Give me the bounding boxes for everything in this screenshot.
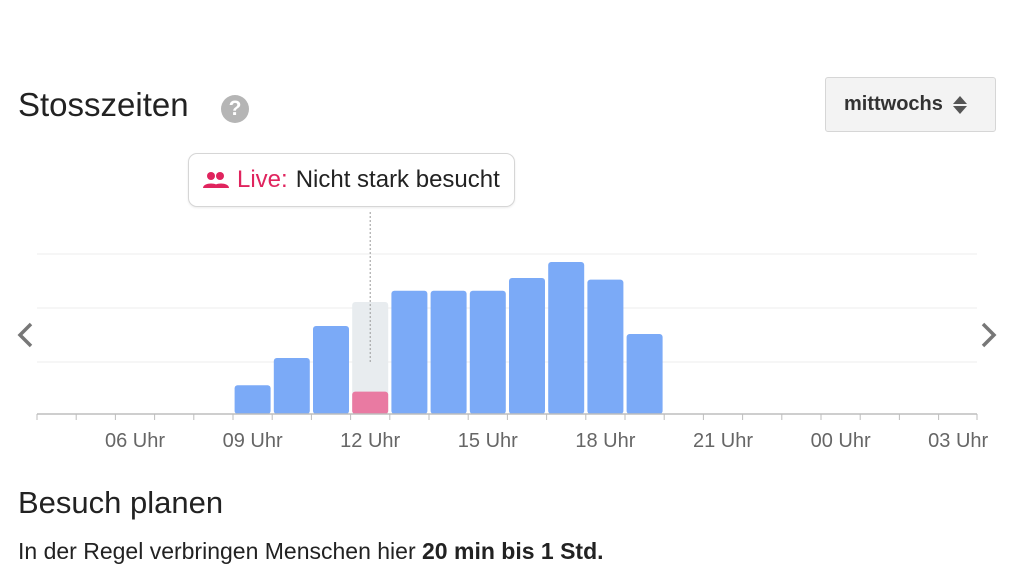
- plan-visit-text: In der Regel verbringen Menschen hier 20…: [18, 538, 604, 565]
- chart-bar: [313, 326, 349, 414]
- plan-visit-duration: 20 min bis 1 Std.: [422, 538, 604, 564]
- chart-bar: [626, 334, 663, 414]
- plan-visit-text-prefix: In der Regel verbringen Menschen hier: [18, 538, 423, 564]
- popular-times-chart: 06 Uhr 09 Uhr 12 Uhr 15 Uhr 18 Uhr 21 Uhr 00 U…: [36, 212, 989, 452]
- x-tick-label: 06 Uhr: [105, 430, 165, 452]
- chart-bar: [234, 385, 271, 414]
- x-tick-label: 00 Uhr: [811, 430, 871, 452]
- chart-bar: [587, 279, 624, 414]
- chart-bar: [430, 290, 467, 414]
- chart-bar: [273, 358, 310, 414]
- x-tick-label: 09 Uhr: [223, 430, 283, 452]
- x-tick-label: 12 Uhr: [340, 430, 400, 452]
- chart-bar-live: [352, 391, 389, 414]
- plan-visit-title: Besuch planen: [18, 485, 224, 520]
- x-tick-label: 15 Uhr: [458, 430, 518, 452]
- x-tick-label: 03 Uhr: [928, 430, 988, 452]
- chart-bar: [391, 290, 428, 414]
- x-tick-label: 21 Uhr: [693, 430, 753, 452]
- chart-bar: [509, 278, 545, 414]
- chart-bar: [548, 262, 585, 414]
- x-tick-label: 18 Uhr: [575, 430, 635, 452]
- chart-bar: [469, 290, 506, 414]
